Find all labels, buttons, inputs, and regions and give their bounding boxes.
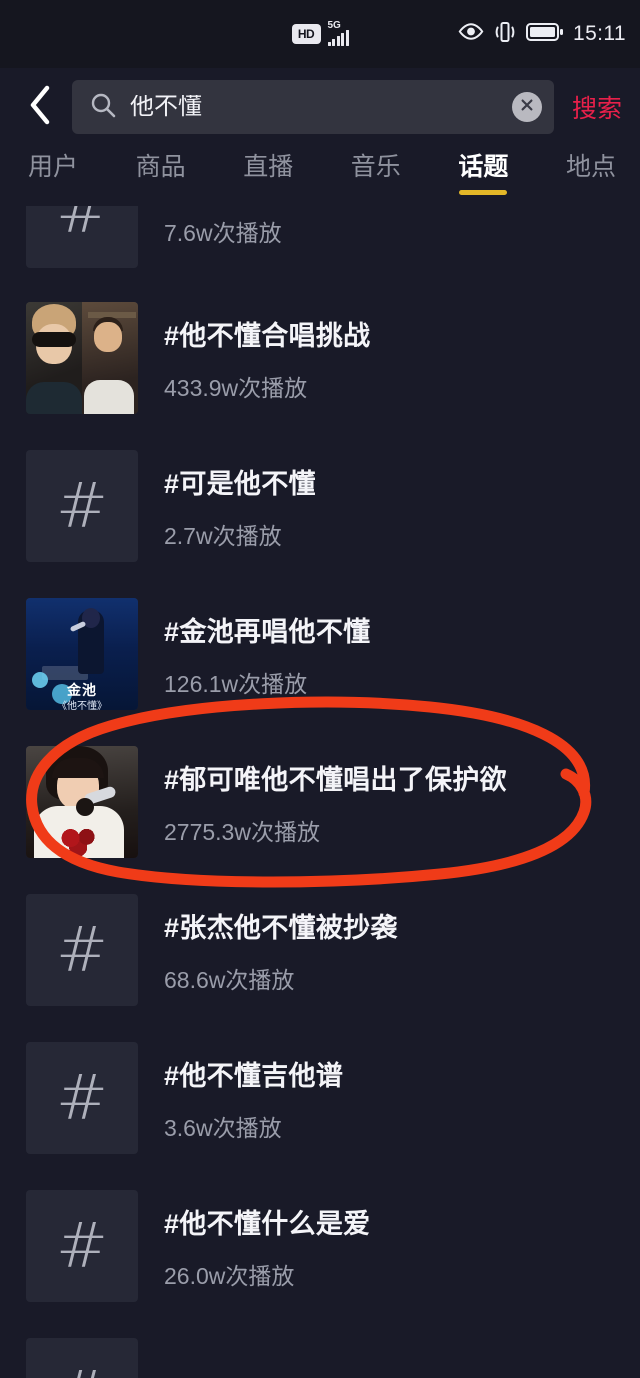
app-screen: HD 5G 15:11 他不懂 搜索 用户 商品 直播 音乐 话题 地点 # 7… bbox=[0, 0, 640, 1378]
hashtag-icon: # bbox=[56, 1209, 108, 1282]
topic-title: #他不懂翻唱挑战 bbox=[164, 1375, 370, 1378]
tab-label: 地点 bbox=[565, 153, 616, 181]
topic-thumbnail bbox=[26, 746, 138, 858]
list-item[interactable]: # #可是他不懂 2.7w次播放 bbox=[0, 432, 640, 580]
hashtag-icon: # bbox=[56, 913, 108, 986]
signal-strength-bars bbox=[327, 30, 349, 46]
play-count-label: 68.6w次播放 bbox=[164, 966, 295, 993]
list-item[interactable]: # #他不懂吉他谱 3.6w次播放 bbox=[0, 1024, 640, 1172]
topic-thumbnail: 金池 《他不懂》 bbox=[26, 598, 138, 710]
topic-text-block: 7.6w次播放 bbox=[164, 206, 282, 248]
network-type-label: 5G bbox=[327, 20, 341, 31]
tab-places[interactable]: 地点 bbox=[564, 150, 618, 195]
topic-title: #郁可唯他不懂唱出了保护欲 bbox=[164, 764, 507, 795]
tab-users[interactable]: 用户 bbox=[26, 150, 80, 195]
topic-thumbnail: # bbox=[26, 1042, 138, 1154]
stage-performance-thumbnail-image: 金池 《他不懂》 bbox=[26, 598, 138, 710]
list-item[interactable]: # 7.6w次播放 bbox=[0, 206, 640, 284]
status-bar-right-group: 15:11 bbox=[458, 21, 626, 48]
clock-label: 15:11 bbox=[573, 22, 626, 45]
hashtag-icon: # bbox=[56, 1061, 108, 1134]
search-category-tabs: 用户 商品 直播 音乐 话题 地点 bbox=[0, 146, 640, 206]
eye-icon bbox=[458, 23, 484, 45]
topic-thumbnail: # bbox=[26, 450, 138, 562]
topic-results-list[interactable]: # 7.6w次播放 #他不懂合唱挑战 433.9w次播放 # #可是他不懂 2.… bbox=[0, 206, 640, 1378]
hashtag-icon: # bbox=[56, 1363, 108, 1378]
topic-title: #可是他不懂 bbox=[164, 468, 316, 499]
battery-icon bbox=[526, 22, 564, 47]
list-item[interactable]: #他不懂合唱挑战 433.9w次播放 bbox=[0, 284, 640, 432]
topic-text-block: #可是他不懂 2.7w次播放 bbox=[164, 462, 316, 551]
search-header: 他不懂 搜索 bbox=[0, 68, 640, 146]
list-item[interactable]: # #他不懂翻唱挑战 bbox=[0, 1320, 640, 1378]
topic-thumbnail: # bbox=[26, 1338, 138, 1378]
tab-underline bbox=[459, 190, 508, 195]
topic-text-block: #他不懂合唱挑战 433.9w次播放 bbox=[164, 314, 370, 403]
play-count-label: 7.6w次播放 bbox=[164, 220, 282, 246]
play-count-label: 433.9w次播放 bbox=[164, 374, 308, 401]
play-count-label: 26.0w次播放 bbox=[164, 1262, 295, 1289]
chevron-left-icon bbox=[28, 85, 52, 130]
search-input-value: 他不懂 bbox=[130, 95, 202, 119]
topic-text-block: #金池再唱他不懂 126.1w次播放 bbox=[164, 610, 370, 699]
topic-text-block: #张杰他不懂被抄袭 68.6w次播放 bbox=[164, 906, 398, 995]
topic-thumbnail: # bbox=[26, 1190, 138, 1302]
play-count-label: 2775.3w次播放 bbox=[164, 818, 320, 845]
topic-title: #他不懂吉他谱 bbox=[164, 1060, 344, 1091]
close-icon bbox=[519, 97, 535, 118]
play-count-label: 3.6w次播放 bbox=[164, 1114, 282, 1141]
hashtag-icon: # bbox=[56, 469, 108, 542]
hashtag-icon: # bbox=[56, 206, 108, 247]
tab-products[interactable]: 商品 bbox=[134, 150, 188, 195]
tab-music[interactable]: 音乐 bbox=[349, 150, 403, 195]
topic-title: #金池再唱他不懂 bbox=[164, 616, 371, 647]
clear-search-button[interactable] bbox=[511, 92, 542, 122]
signal-bars-icon: 5G bbox=[327, 20, 349, 46]
vibrate-icon bbox=[493, 21, 517, 48]
list-item[interactable]: # #他不懂什么是爱 26.0w次播放 bbox=[0, 1172, 640, 1320]
topic-title: #张杰他不懂被抄袭 bbox=[164, 912, 398, 943]
status-bar: HD 5G 15:11 bbox=[0, 0, 640, 68]
topic-thumbnail: # bbox=[26, 894, 138, 1006]
play-count-label: 2.7w次播放 bbox=[164, 522, 282, 549]
list-item[interactable]: # #张杰他不懂被抄袭 68.6w次播放 bbox=[0, 876, 640, 1024]
duet-video-thumbnail-image bbox=[26, 302, 138, 414]
search-icon bbox=[90, 92, 116, 123]
tab-label: 话题 bbox=[458, 153, 509, 181]
search-input[interactable]: 他不懂 bbox=[72, 80, 554, 134]
topic-text-block: #郁可唯他不懂唱出了保护欲 2775.3w次播放 bbox=[164, 758, 507, 847]
singer-thumbnail-image bbox=[26, 746, 138, 858]
thumbnail-subcaption: 《他不懂》 bbox=[57, 701, 107, 710]
tab-label: 音乐 bbox=[350, 153, 401, 181]
tab-label: 商品 bbox=[135, 153, 186, 181]
topic-title: #他不懂合唱挑战 bbox=[164, 320, 371, 351]
tab-label: 用户 bbox=[28, 153, 79, 181]
topic-text-block: #他不懂翻唱挑战 bbox=[164, 1375, 370, 1378]
topic-text-block: #他不懂什么是爱 26.0w次播放 bbox=[164, 1202, 370, 1291]
search-submit-button[interactable]: 搜索 bbox=[568, 89, 626, 125]
hd-icon: HD bbox=[291, 24, 321, 44]
topic-thumbnail: # bbox=[26, 206, 138, 268]
list-item-highlighted[interactable]: #郁可唯他不懂唱出了保护欲 2775.3w次播放 bbox=[0, 728, 640, 876]
tab-topics[interactable]: 话题 bbox=[456, 150, 510, 195]
play-count-label: 126.1w次播放 bbox=[164, 670, 308, 697]
list-item[interactable]: 金池 《他不懂》 #金池再唱他不懂 126.1w次播放 bbox=[0, 580, 640, 728]
tab-label: 直播 bbox=[243, 153, 294, 181]
tab-live[interactable]: 直播 bbox=[241, 150, 295, 195]
back-button[interactable] bbox=[22, 85, 58, 129]
topic-thumbnail bbox=[26, 302, 138, 414]
topic-title: #他不懂什么是爱 bbox=[164, 1208, 371, 1239]
topic-text-block: #他不懂吉他谱 3.6w次播放 bbox=[164, 1054, 343, 1143]
